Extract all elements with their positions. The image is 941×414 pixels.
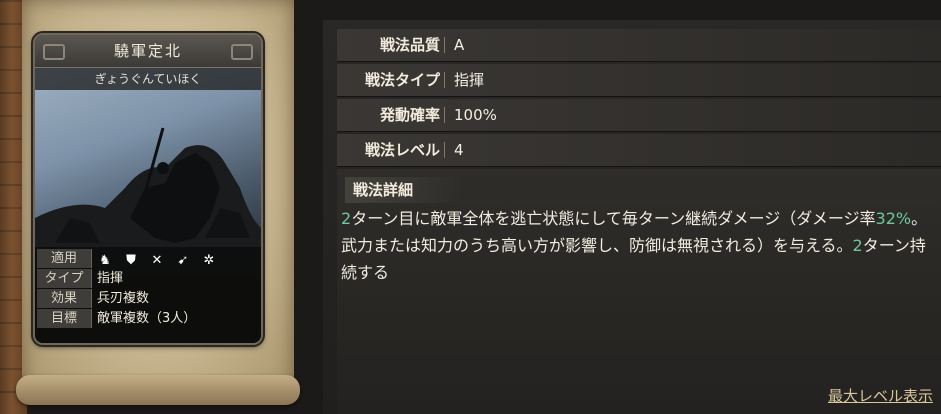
property-type: 戦法タイプ 指揮 bbox=[337, 64, 941, 97]
wheel-icon: ✲ bbox=[203, 253, 215, 268]
max-level-link[interactable]: 最大レベル表示 bbox=[828, 385, 933, 406]
shield-icon: ⛊ bbox=[126, 253, 136, 268]
card-stats: 適用 ♞ ⛊ ✕ ➹ ✲ タイプ 指揮 効果 兵刃複数 目標 敵軍複数（3人） bbox=[35, 247, 261, 343]
horse-icon: ♞ bbox=[99, 253, 111, 268]
detail-description: 2ターン目に敵軍全体を逃亡状態にして毎ターン継続ダメージ（ダメージ率32%。武力… bbox=[341, 209, 928, 282]
tactic-detail: 戦法詳細 2ターン目に敵軍全体を逃亡状態にして毎ターン継続ダメージ（ダメージ率3… bbox=[337, 169, 941, 414]
tactic-reading: ぎょうぐんていほく bbox=[35, 68, 261, 90]
property-quality: 戦法品質 A bbox=[337, 29, 941, 62]
spear-icon: ➹ bbox=[177, 253, 189, 268]
tactic-name: 驍軍定北 bbox=[35, 35, 261, 68]
detail-heading: 戦法詳細 bbox=[345, 177, 463, 203]
ornament-right-icon bbox=[231, 44, 253, 60]
stat-row-target: 目標 敵軍複数（3人） bbox=[35, 309, 261, 328]
stat-row-type: タイプ 指揮 bbox=[35, 269, 261, 288]
bow-icon: ✕ bbox=[151, 253, 163, 268]
unit-type-icons: ♞ ⛊ ✕ ➹ ✲ bbox=[97, 251, 217, 270]
property-activation-rate: 発動確率 100% bbox=[337, 99, 941, 132]
stat-row-effect: 効果 兵刃複数 bbox=[35, 289, 261, 308]
ornament-left-icon bbox=[43, 44, 65, 60]
stat-row-apply: 適用 ♞ ⛊ ✕ ➹ ✲ bbox=[35, 249, 261, 268]
property-level: 戦法レベル 4 bbox=[337, 134, 941, 167]
tactic-card: 驍軍定北 ぎょうぐんていほく 適用 ♞ ⛊ ✕ ➹ ✲ タイプ 指揮 効果 兵刃… bbox=[33, 33, 263, 345]
